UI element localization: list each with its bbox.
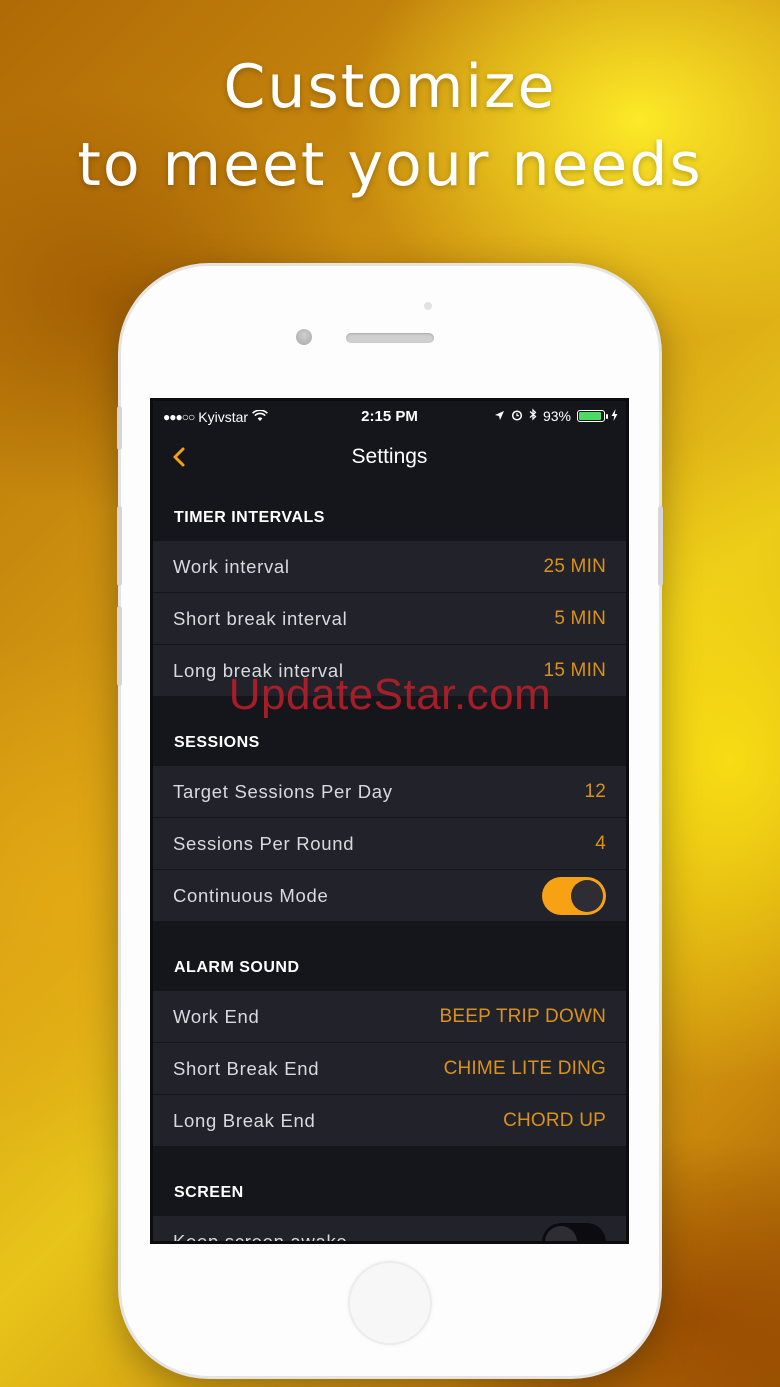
battery-icon — [577, 410, 608, 422]
volume-up-button — [117, 506, 122, 586]
setting-row-long-break-end[interactable]: Long Break End CHORD UP — [153, 1094, 626, 1146]
section-header-alarm-sound: ALARM SOUND — [153, 943, 626, 993]
setting-row-target-sessions[interactable]: Target Sessions Per Day 12 — [153, 765, 626, 817]
setting-row-short-break-interval[interactable]: Short break interval 5 MIN — [153, 592, 626, 644]
section-header-sessions: SESSIONS — [153, 718, 626, 768]
setting-label: Long Break End — [173, 1109, 316, 1131]
earpiece-speaker — [346, 333, 434, 343]
page-title: Settings — [351, 445, 428, 468]
keep-screen-awake-toggle[interactable] — [542, 1222, 606, 1241]
battery-percent: 93% — [542, 408, 571, 424]
toggle-knob — [545, 1225, 577, 1241]
setting-row-short-break-end[interactable]: Short Break End CHIME LITE DING — [153, 1042, 626, 1094]
setting-label: Sessions Per Round — [173, 832, 355, 854]
location-icon — [494, 408, 505, 424]
setting-label: Keep screen awake — [173, 1230, 348, 1244]
setting-label: Work interval — [173, 555, 290, 577]
setting-row-work-end[interactable]: Work End BEEP TRIP DOWN — [153, 990, 626, 1042]
mute-switch — [117, 406, 122, 450]
setting-row-keep-screen-awake: Keep screen awake — [153, 1215, 626, 1244]
continuous-mode-toggle[interactable] — [542, 876, 606, 915]
setting-row-continuous-mode: Continuous Mode — [153, 869, 626, 921]
setting-value: BEEP TRIP DOWN — [439, 1005, 606, 1027]
section-header-screen: SCREEN — [153, 1168, 626, 1218]
navigation-bar: Settings — [153, 431, 626, 491]
front-camera — [296, 329, 312, 345]
setting-label: Short Break End — [173, 1057, 320, 1079]
toggle-knob — [571, 879, 603, 912]
setting-value: 12 — [584, 780, 606, 802]
app-screen: ●●●○○ Kyivstar 2:15 PM 93% Settings TIME… — [150, 398, 629, 1244]
home-button[interactable] — [348, 1261, 432, 1345]
bluetooth-icon — [529, 408, 537, 424]
charging-icon — [611, 408, 618, 424]
watermark: UpdateStar.com — [228, 670, 552, 719]
setting-value: CHIME LITE DING — [443, 1057, 606, 1079]
setting-label: Work End — [173, 1005, 260, 1027]
section-header-timer-intervals: TIMER INTERVALS — [153, 493, 626, 543]
setting-value: CHORD UP — [503, 1109, 606, 1131]
headline-line-2: to meet your needs — [77, 130, 703, 200]
status-bar: ●●●○○ Kyivstar 2:15 PM 93% — [153, 401, 626, 431]
setting-row-sessions-per-round[interactable]: Sessions Per Round 4 — [153, 817, 626, 869]
setting-row-work-interval[interactable]: Work interval 25 MIN — [153, 540, 626, 592]
setting-label: Target Sessions Per Day — [173, 780, 393, 802]
setting-value: 4 — [595, 832, 606, 854]
setting-label: Short break interval — [173, 607, 348, 629]
sensor-dot — [424, 302, 432, 310]
setting-value: 25 MIN — [543, 555, 606, 577]
headline: Customize to meet your needs — [0, 48, 780, 204]
setting-label: Continuous Mode — [173, 884, 329, 906]
setting-value: 5 MIN — [554, 607, 606, 629]
alarm-clock-icon — [511, 408, 523, 424]
power-button — [658, 506, 663, 586]
headline-line-1: Customize — [223, 52, 557, 122]
